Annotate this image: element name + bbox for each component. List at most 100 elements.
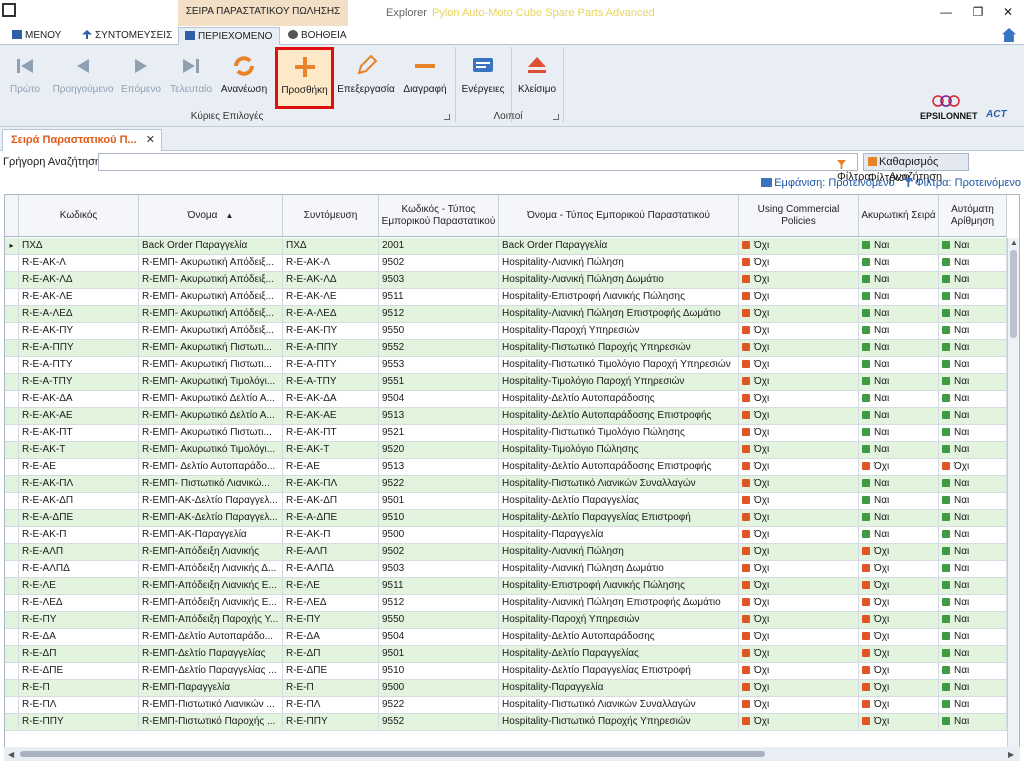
table-row[interactable]: R-E-ΑΛΠΔ R-ΕΜΠ-Απόδειξη Λιανικής Δ... R-E-… xyxy=(5,561,1007,578)
cell-cancel-series[interactable]: Όχι xyxy=(859,544,939,561)
refresh-button[interactable]: Ανανέωση xyxy=(218,49,270,107)
table-row[interactable]: R-E-Π R-ΕΜΠ-Παραγγελία R-E-Π 9500 Hospitalit… xyxy=(5,680,1007,697)
cell-doc-type-code[interactable]: 9511 xyxy=(379,578,499,595)
cell-doc-type-name[interactable]: Hospitality-Λιανική Πώληση xyxy=(499,255,739,272)
cell-commercial-policies[interactable]: Όχι xyxy=(739,459,859,476)
cell-shortcut[interactable]: R-E-A-ΠΤΥ xyxy=(283,357,379,374)
cell-shortcut[interactable]: R-E-ΛΕΔ xyxy=(283,595,379,612)
cell-name[interactable]: R-ΕΜΠ- Ακυρωτικό Πιστωτι... xyxy=(139,425,283,442)
tab-content[interactable]: ΠΕΡΙΕΧΟΜΕΝΟ xyxy=(178,27,281,45)
cell-code[interactable]: R-E-AK-ΑΕ xyxy=(19,408,139,425)
tab-help[interactable]: ΒΟΗΘΕΙΑ xyxy=(282,27,354,45)
cell-cancel-series[interactable]: Όχι xyxy=(859,697,939,714)
cell-name[interactable]: R-ΕΜΠ- Πιστωτικό Λιανικώ... xyxy=(139,476,283,493)
cell-shortcut[interactable]: R-E-A-ΠΠΥ xyxy=(283,340,379,357)
table-row[interactable]: R-E-AE R-ΕΜΠ- Δελτίο Αυτοπαράδο... R-E-AE 9… xyxy=(5,459,1007,476)
cell-name[interactable]: R-ΕΜΠ- Ακυρωτική Πιστωτι... xyxy=(139,357,283,374)
cell-doc-type-name[interactable]: Hospitality-Τιμολόγιο Πώλησης xyxy=(499,442,739,459)
cell-cancel-series[interactable]: Ναι xyxy=(859,493,939,510)
cell-auto-numbering[interactable]: Ναι xyxy=(939,629,1007,646)
cell-commercial-policies[interactable]: Όχι xyxy=(739,646,859,663)
dialog-launcher[interactable] xyxy=(553,114,559,120)
table-row[interactable]: R-E-AK-ΠΥ R-ΕΜΠ- Ακυρωτική Απόδειξ... R-E-… xyxy=(5,323,1007,340)
cell-cancel-series[interactable]: Ναι xyxy=(859,272,939,289)
cell-cancel-series[interactable]: Ναι xyxy=(859,408,939,425)
row-indicator[interactable] xyxy=(5,578,19,595)
cell-doc-type-code[interactable]: 9503 xyxy=(379,272,499,289)
cell-cancel-series[interactable]: Όχι xyxy=(859,561,939,578)
delete-button[interactable]: Διαγραφή xyxy=(400,49,450,107)
cell-commercial-policies[interactable]: Όχι xyxy=(739,595,859,612)
cell-commercial-policies[interactable]: Όχι xyxy=(739,697,859,714)
row-indicator[interactable] xyxy=(5,255,19,272)
cell-auto-numbering[interactable]: Ναι xyxy=(939,391,1007,408)
cell-cancel-series[interactable]: Ναι xyxy=(859,510,939,527)
cell-cancel-series[interactable]: Ναι xyxy=(859,340,939,357)
table-row[interactable]: R-E-AK-ΠΤ R-ΕΜΠ- Ακυρωτικό Πιστωτι... R-E-… xyxy=(5,425,1007,442)
cell-code[interactable]: R-E-A-ΛΕΔ xyxy=(19,306,139,323)
cell-code[interactable]: R-E-A-ΤΠΥ xyxy=(19,374,139,391)
row-indicator[interactable] xyxy=(5,612,19,629)
cell-commercial-policies[interactable]: Όχι xyxy=(739,374,859,391)
vertical-scroll-thumb[interactable] xyxy=(1010,250,1017,338)
row-indicator[interactable] xyxy=(5,714,19,731)
cell-name[interactable]: R-ΕΜΠ-ΑΚ-Δελτίο Παραγγελ... xyxy=(139,493,283,510)
cell-commercial-policies[interactable]: Όχι xyxy=(739,408,859,425)
cell-doc-type-code[interactable]: 9553 xyxy=(379,357,499,374)
cell-auto-numbering[interactable]: Ναι xyxy=(939,646,1007,663)
cell-auto-numbering[interactable]: Ναι xyxy=(939,527,1007,544)
table-row[interactable]: R-E-ΔΠ R-ΕΜΠ-Δελτίο Παραγγελίας R-E-ΔΠ 9501… xyxy=(5,646,1007,663)
cell-commercial-policies[interactable]: Όχι xyxy=(739,272,859,289)
cell-commercial-policies[interactable]: Όχι xyxy=(739,510,859,527)
row-indicator[interactable] xyxy=(5,391,19,408)
cell-doc-type-code[interactable]: 9550 xyxy=(379,612,499,629)
cell-commercial-policies[interactable]: Όχι xyxy=(739,476,859,493)
close-tab-icon[interactable]: ✕ xyxy=(146,130,155,151)
cell-shortcut[interactable]: R-E-A-ΛΕΔ xyxy=(283,306,379,323)
cell-shortcut[interactable]: R-E-AK-ΛΕ xyxy=(283,289,379,306)
cell-name[interactable]: R-ΕΜΠ- Ακυρωτικό Τιμολόγι... xyxy=(139,442,283,459)
cell-doc-type-code[interactable]: 9502 xyxy=(379,544,499,561)
cell-doc-type-code[interactable]: 9500 xyxy=(379,680,499,697)
cell-doc-type-name[interactable]: Hospitality-Δελτίο Αυτοπαράδοσης xyxy=(499,391,739,408)
cell-name[interactable]: R-ΕΜΠ- Ακυρωτική Απόδειξ... xyxy=(139,255,283,272)
cell-name[interactable]: R-ΕΜΠ-Απόδειξη Λιανικής Δ... xyxy=(139,561,283,578)
cell-doc-type-name[interactable]: Hospitality-Παραγγελία xyxy=(499,680,739,697)
cell-doc-type-name[interactable]: Hospitality-Λιανική Πώληση Επιστροφής Δω… xyxy=(499,306,739,323)
cell-cancel-series[interactable]: Ναι xyxy=(859,323,939,340)
cell-shortcut[interactable]: R-E-AK-ΔΑ xyxy=(283,391,379,408)
display-option[interactable]: Εμφάνιση: Προτεινόμενο xyxy=(761,177,895,189)
cell-cancel-series[interactable]: Όχι xyxy=(859,612,939,629)
row-indicator[interactable] xyxy=(5,697,19,714)
row-indicator[interactable] xyxy=(5,561,19,578)
cell-doc-type-code[interactable]: 9552 xyxy=(379,714,499,731)
table-row[interactable]: R-E-ΔΑ R-ΕΜΠ-Δελτίο Αυτοπαράδο... R-E-ΔΑ 95… xyxy=(5,629,1007,646)
cell-code[interactable]: R-E-ΛΕΔ xyxy=(19,595,139,612)
cell-doc-type-name[interactable]: Hospitality-Παραγγελία xyxy=(499,527,739,544)
cell-shortcut[interactable]: ΠΧΔ xyxy=(283,238,379,255)
cell-cancel-series[interactable]: Όχι xyxy=(859,459,939,476)
column-header-name[interactable]: Όνομα ▲ xyxy=(139,195,283,237)
cell-auto-numbering[interactable]: Ναι xyxy=(939,374,1007,391)
scroll-left-icon[interactable]: ◀ xyxy=(8,750,14,759)
cell-doc-type-code[interactable]: 9550 xyxy=(379,323,499,340)
scroll-right-icon[interactable]: ▶ xyxy=(1008,750,1014,759)
row-indicator[interactable] xyxy=(5,357,19,374)
cell-name[interactable]: R-ΕΜΠ-Απόδειξη Λιανικής Ε... xyxy=(139,578,283,595)
cell-code[interactable]: R-E-ΠΛ xyxy=(19,697,139,714)
cell-name[interactable]: R-ΕΜΠ- Δελτίο Αυτοπαράδο... xyxy=(139,459,283,476)
table-row[interactable]: R-E-A-ΠΠΥ R-ΕΜΠ- Ακυρωτική Πιστωτι... R-E-… xyxy=(5,340,1007,357)
cell-doc-type-name[interactable]: Hospitality-Δελτίο Παραγγελίας Επιστροφή xyxy=(499,663,739,680)
row-indicator[interactable] xyxy=(5,595,19,612)
cell-cancel-series[interactable]: Ναι xyxy=(859,391,939,408)
cell-cancel-series[interactable]: Ναι xyxy=(859,425,939,442)
cell-name[interactable]: R-ΕΜΠ-Απόδειξη Παροχής Υ... xyxy=(139,612,283,629)
cell-shortcut[interactable]: R-E-ΔΠ xyxy=(283,646,379,663)
table-row[interactable]: R-E-A-ΠΤΥ R-ΕΜΠ- Ακυρωτική Πιστωτι... R-E-… xyxy=(5,357,1007,374)
row-indicator[interactable]: ▸ xyxy=(5,238,19,255)
clear-filters-button[interactable]: Καθαρισμός Φίλτρων xyxy=(863,153,969,184)
minimize-button[interactable]: — xyxy=(936,3,956,21)
cell-doc-type-code[interactable]: 2001 xyxy=(379,238,499,255)
cell-auto-numbering[interactable]: Ναι xyxy=(939,442,1007,459)
table-row[interactable]: R-E-ΔΠΕ R-ΕΜΠ-Δελτίο Παραγγελίας ... R-E-Δ… xyxy=(5,663,1007,680)
